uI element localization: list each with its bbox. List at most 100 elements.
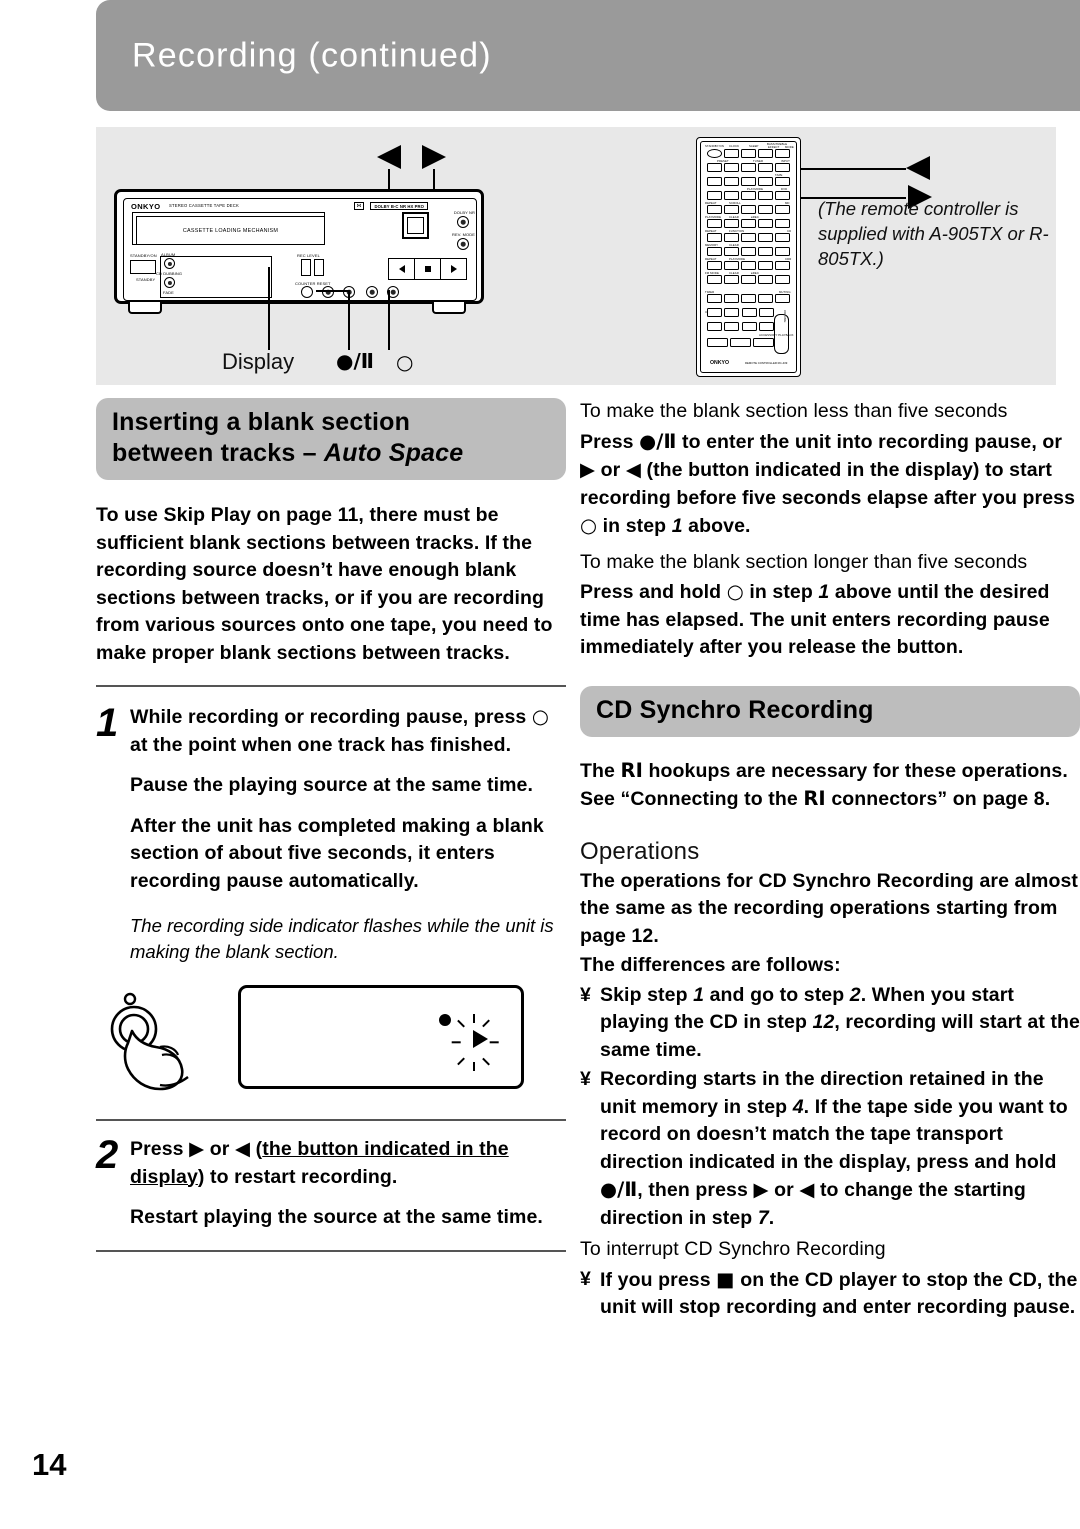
reverse-play-button[interactable] (389, 259, 415, 279)
remote-cd-stop-key[interactable] (741, 233, 756, 242)
remote-plus-minus-key[interactable] (730, 338, 751, 347)
remote-down-key[interactable] (707, 322, 722, 331)
remote-sleep-key[interactable] (741, 149, 756, 158)
remote-md-play-key[interactable] (775, 205, 790, 214)
remote-am-key[interactable] (758, 163, 773, 172)
remote-tape-play-key[interactable] (775, 177, 790, 186)
forward-play-button[interactable] (441, 259, 466, 279)
remote-input-key[interactable] (775, 163, 790, 172)
remote-num-9-key[interactable] (759, 322, 774, 331)
remote-cdr-next-key[interactable] (775, 275, 790, 284)
counter-reset-button[interactable] (301, 286, 313, 298)
remote-num-8-key[interactable] (741, 322, 757, 331)
remote-cd-clear-key[interactable] (724, 247, 739, 256)
remote-cdr-prev-key[interactable] (758, 275, 773, 284)
remote-cdr-rec-key[interactable] (741, 275, 756, 284)
remote-num-5-key[interactable] (741, 308, 757, 317)
remote-md-stop-key[interactable] (741, 205, 756, 214)
remote-key-row[interactable] (707, 261, 790, 270)
remote-key-row[interactable] (707, 294, 790, 303)
remote-preset-down-key[interactable] (707, 163, 722, 172)
manual-page: Recording (continued) ONKYO STEREO CASSE… (0, 0, 1080, 1529)
remote-mode-key[interactable] (775, 149, 790, 158)
rev-mode-knob[interactable] (457, 238, 469, 250)
remote-cd-function-key[interactable] (724, 233, 739, 242)
remote-key-row[interactable] (707, 163, 790, 172)
remote-cdr-play-key[interactable] (775, 261, 790, 270)
remote-dvd-pause-key[interactable] (758, 191, 773, 200)
remote-key-row[interactable] (707, 149, 790, 158)
remote-md-pause-key[interactable] (758, 205, 773, 214)
remote-dvd-play-key[interactable] (775, 191, 790, 200)
remote-cdr-fmmode-key[interactable] (707, 275, 722, 284)
remote-cd-pause-key[interactable] (758, 233, 773, 242)
remote-tape-rew-key[interactable] (707, 177, 722, 186)
remote-dvd-stop-key[interactable] (741, 191, 756, 200)
remote-num-7-key[interactable] (724, 322, 740, 331)
remote-key-row[interactable] (707, 247, 790, 256)
remote-cd-prev-key[interactable] (758, 247, 773, 256)
remote-enter-key[interactable] (707, 338, 728, 347)
remote-key-row[interactable] (707, 308, 774, 317)
standby-on-button[interactable] (130, 260, 156, 274)
remote-effect-key[interactable] (758, 149, 773, 158)
remote-key-row[interactable] (707, 338, 774, 347)
remote-cd-play-key[interactable] (775, 233, 790, 242)
remote-md-rec-key[interactable] (741, 219, 756, 228)
remote-cdr-playmode-key[interactable] (724, 261, 739, 270)
stop-square-button[interactable] (415, 259, 441, 279)
remote-key-row[interactable] (707, 233, 790, 242)
remote-ten-zero-key[interactable] (753, 338, 774, 347)
dolby-nr-knob[interactable] (457, 216, 469, 228)
cds-c: connectors” on page 8. (825, 788, 1051, 810)
step-1: 1 While recording or recording pause, pr… (96, 703, 566, 895)
remote-md-prev-key[interactable] (758, 219, 773, 228)
remote-cd-next-key[interactable] (775, 247, 790, 256)
remote-cd-disc-key[interactable] (741, 247, 756, 256)
remote-cd-repeat-key[interactable] (707, 233, 722, 242)
remote-md-clear-key[interactable] (724, 219, 739, 228)
stop-square-symbol-icon: ■ (716, 1267, 735, 1291)
remote-cdr-stop-key[interactable] (741, 261, 756, 270)
rewind-button[interactable] (366, 286, 378, 298)
remote-clock-key[interactable] (724, 149, 739, 158)
remote-md-playmode-key[interactable] (707, 219, 722, 228)
remote-num-1-key[interactable] (724, 294, 739, 303)
rec-level-down-button[interactable] (301, 259, 311, 276)
remote-timer-key[interactable] (707, 294, 722, 303)
rec-pause-button[interactable] (322, 286, 334, 298)
remote-fm-key[interactable] (741, 163, 756, 172)
remote-dvd-prev-key[interactable] (707, 191, 722, 200)
remote-tape-stop-key[interactable] (758, 177, 773, 186)
remote-cdr-clear-key[interactable] (724, 275, 739, 284)
remote-md-repeat-key[interactable] (707, 205, 722, 214)
remote-key-row[interactable] (707, 205, 790, 214)
remote-num-6-key[interactable] (759, 308, 774, 317)
remote-power-key[interactable] (707, 149, 722, 158)
remote-cdr-repeat-key[interactable] (707, 261, 722, 270)
remote-key-row[interactable] (707, 219, 790, 228)
remote-key-row[interactable] (707, 191, 790, 200)
remote-md-scroll-key[interactable] (724, 205, 739, 214)
auto-space-intro-paragraph: To use Skip Play on page 11, there must … (96, 504, 553, 664)
remote-muting-key[interactable] (775, 294, 790, 303)
remote-cdr-pause-key[interactable] (758, 261, 773, 270)
eject-button[interactable] (402, 212, 429, 239)
lt5-c: or (595, 459, 626, 481)
remote-preset-up-key[interactable] (724, 163, 739, 172)
remote-key-row[interactable] (707, 275, 790, 284)
remote-cd-memory-key[interactable] (707, 247, 722, 256)
remote-key-row[interactable] (707, 177, 790, 186)
remote-tape-ff-key[interactable] (724, 177, 739, 186)
remote-num-3-key[interactable] (758, 294, 773, 303)
remote-up-key[interactable] (707, 308, 722, 317)
remote-tape-reverse-play-key[interactable] (741, 177, 756, 186)
remote-md-next-key[interactable] (775, 219, 790, 228)
remote-key-row[interactable] (707, 322, 774, 331)
rec-level-up-button[interactable] (314, 259, 324, 276)
remote-dvd-next-key[interactable] (724, 191, 739, 200)
remote-num-4-key[interactable] (724, 308, 740, 317)
remote-num-2-key[interactable] (741, 294, 756, 303)
interrupt-title: To interrupt CD Synchro Recording (580, 1238, 886, 1260)
bullet-2-text: Recording starts in the direction retain… (600, 1066, 1080, 1232)
